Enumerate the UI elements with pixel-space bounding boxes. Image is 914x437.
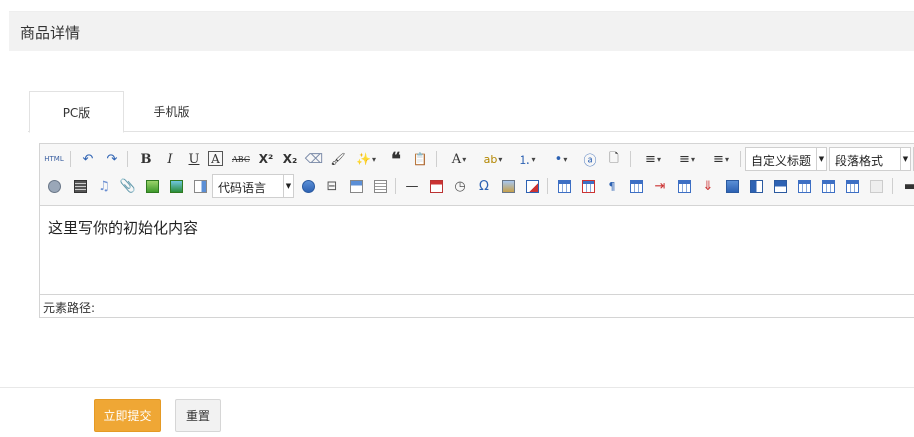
paste-plain-icon[interactable]: 📋 [410, 149, 430, 169]
insert-video-icon[interactable] [70, 176, 90, 196]
format-brush-icon[interactable]: 🖌 [328, 149, 348, 169]
submit-button[interactable]: 立即提交 [94, 399, 161, 432]
split-to-rows-icon[interactable] [818, 176, 838, 196]
tab-pc[interactable]: PC版 [29, 91, 124, 133]
chevron-down-icon: ▼ [283, 175, 293, 197]
element-path-label: 元素路径: [43, 301, 96, 315]
insert-frame-icon[interactable] [190, 176, 210, 196]
toolbar-divider [547, 178, 548, 194]
chevron-down-icon: ▼ [816, 148, 826, 170]
insert-image-icon[interactable] [142, 176, 162, 196]
merge-down-icon[interactable] [770, 176, 790, 196]
horizontal-rule-icon[interactable]: — [402, 176, 422, 196]
blockquote-icon[interactable]: ❝ [386, 149, 406, 170]
subscript-icon[interactable]: X₂ [280, 149, 300, 169]
tab-bar: PC版 手机版 [28, 91, 914, 133]
clear-doc-icon[interactable]: 🗋 [604, 149, 624, 169]
custom-heading-label: 自定义标题 [751, 154, 812, 168]
word-count-icon[interactable] [522, 176, 542, 196]
panel-header: 商品详情 [9, 11, 914, 51]
toolbar-divider [395, 178, 396, 194]
merge-cells-icon[interactable] [722, 176, 742, 196]
paragraph-format-select[interactable]: 段落格式 ▼ [829, 147, 911, 171]
toolbar-row-2: ♫ 📎 代码语言 ▼ ⊟ — ◷ Ω ¶ ⇥ ⇓ ▬ [44, 174, 914, 198]
insert-paragraph-before-table-icon[interactable]: ¶ [602, 176, 622, 196]
wordimage-icon[interactable] [370, 176, 390, 196]
delete-row-icon[interactable]: ⇥ [650, 176, 670, 196]
row-spacing-top-icon[interactable]: ≡ [638, 149, 668, 169]
source-html-icon[interactable]: HTML [44, 149, 64, 169]
underline-icon[interactable]: U [184, 149, 204, 169]
delete-table-icon[interactable] [578, 176, 598, 196]
multi-image-icon[interactable] [166, 176, 186, 196]
forecolor-icon[interactable]: A [444, 149, 474, 169]
code-language-label: 代码语言 [218, 181, 267, 195]
snapscreen-icon[interactable] [498, 176, 518, 196]
reset-button[interactable]: 重置 [175, 399, 221, 432]
eraser-icon[interactable]: ⌫ [304, 149, 324, 169]
background-icon[interactable] [346, 176, 366, 196]
toolbar-divider [70, 151, 71, 167]
template-icon[interactable] [298, 176, 318, 196]
split-to-cells-icon[interactable] [794, 176, 814, 196]
time-icon[interactable]: ◷ [450, 176, 470, 196]
date-icon[interactable] [426, 176, 446, 196]
split-to-cols-icon[interactable] [842, 176, 862, 196]
emotion-icon[interactable] [44, 176, 64, 196]
print-icon[interactable]: ▬ [900, 176, 914, 196]
tab-mobile[interactable]: 手机版 [124, 91, 219, 132]
toolbar-divider [630, 151, 631, 167]
code-language-select[interactable]: 代码语言 ▼ [212, 174, 294, 198]
undo-icon[interactable]: ↶ [78, 149, 98, 169]
element-path-bar: 元素路径: [40, 294, 914, 317]
merge-right-icon[interactable] [746, 176, 766, 196]
delete-col-icon[interactable]: ⇓ [698, 176, 718, 196]
form-footer: 立即提交 重置 [0, 387, 914, 437]
strikethrough-icon[interactable]: ABC [231, 149, 251, 169]
insert-col-icon[interactable] [674, 176, 694, 196]
select-all-icon[interactable]: ⓐ [580, 149, 600, 169]
redo-icon[interactable]: ↷ [102, 149, 122, 169]
editor-content[interactable]: 这里写你的初始化内容 [48, 217, 198, 238]
backcolor-icon[interactable]: ab [478, 149, 508, 169]
autotypeset-icon[interactable]: ✨ [352, 149, 380, 169]
italic-icon[interactable]: I [160, 149, 180, 169]
toolbar-divider [740, 151, 741, 167]
insert-row-icon[interactable] [626, 176, 646, 196]
font-border-icon[interactable]: A [208, 151, 223, 166]
paragraph-format-label: 段落格式 [835, 154, 884, 168]
line-height-icon[interactable]: ≡ [706, 149, 736, 169]
ordered-list-icon[interactable]: ⒈ [512, 149, 542, 169]
unordered-list-icon[interactable]: • [546, 149, 576, 169]
superscript-icon[interactable]: X² [256, 149, 276, 169]
insert-table-icon[interactable] [554, 176, 574, 196]
table-properties-icon[interactable] [866, 176, 886, 196]
editor-toolbar: HTML ↶ ↷ B I U A ABC X² X₂ ⌫ 🖌 ✨ ❝ 📋 A a… [40, 144, 914, 206]
page-title: 商品详情 [20, 24, 81, 42]
toolbar-divider [436, 151, 437, 167]
bold-icon[interactable]: B [136, 149, 156, 169]
toolbar-row-1: HTML ↶ ↷ B I U A ABC X² X₂ ⌫ 🖌 ✨ ❝ 📋 A a… [44, 147, 914, 171]
toolbar-divider [127, 151, 128, 167]
page-break-icon[interactable]: ⊟ [322, 176, 342, 196]
custom-heading-select[interactable]: 自定义标题 ▼ [745, 147, 827, 171]
row-spacing-bottom-icon[interactable]: ≡ [672, 149, 702, 169]
special-char-icon[interactable]: Ω [474, 176, 494, 196]
music-icon[interactable]: ♫ [94, 176, 114, 196]
attachment-icon[interactable]: 📎 [118, 176, 138, 196]
chevron-down-icon: ▼ [900, 148, 910, 170]
toolbar-divider [892, 178, 893, 194]
rich-text-editor: HTML ↶ ↷ B I U A ABC X² X₂ ⌫ 🖌 ✨ ❝ 📋 A a… [39, 143, 914, 318]
